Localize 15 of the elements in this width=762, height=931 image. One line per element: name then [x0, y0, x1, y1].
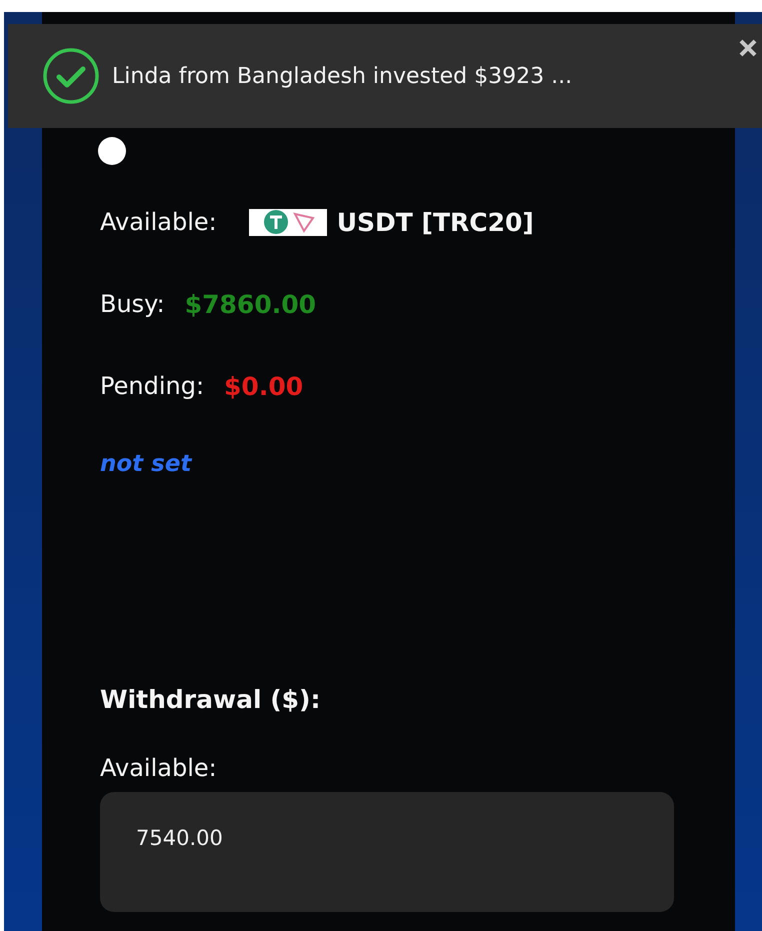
- balance-amount: $7860.00: [184, 290, 316, 318]
- available-amount-field[interactable]: 7540.00: [100, 792, 674, 912]
- withdrawal-title: Withdrawal ($):: [100, 685, 322, 714]
- wallet-address: not set: [100, 451, 194, 477]
- balance-amount: $0.00: [224, 372, 304, 400]
- available-label: Available:: [100, 754, 218, 782]
- coin-logo-icon: [248, 208, 327, 236]
- currency-name: USDT [TRC20]: [336, 208, 534, 236]
- balance-label: Busy:: [100, 290, 165, 318]
- toast-message: Linda from Bangladesh invested $3923 ...: [112, 64, 572, 88]
- balance-label: Pending:: [100, 372, 204, 400]
- currency-label: Available:: [100, 208, 217, 236]
- success-check-icon: [42, 47, 100, 105]
- close-icon[interactable]: [738, 38, 758, 58]
- circle-icon: [98, 137, 126, 165]
